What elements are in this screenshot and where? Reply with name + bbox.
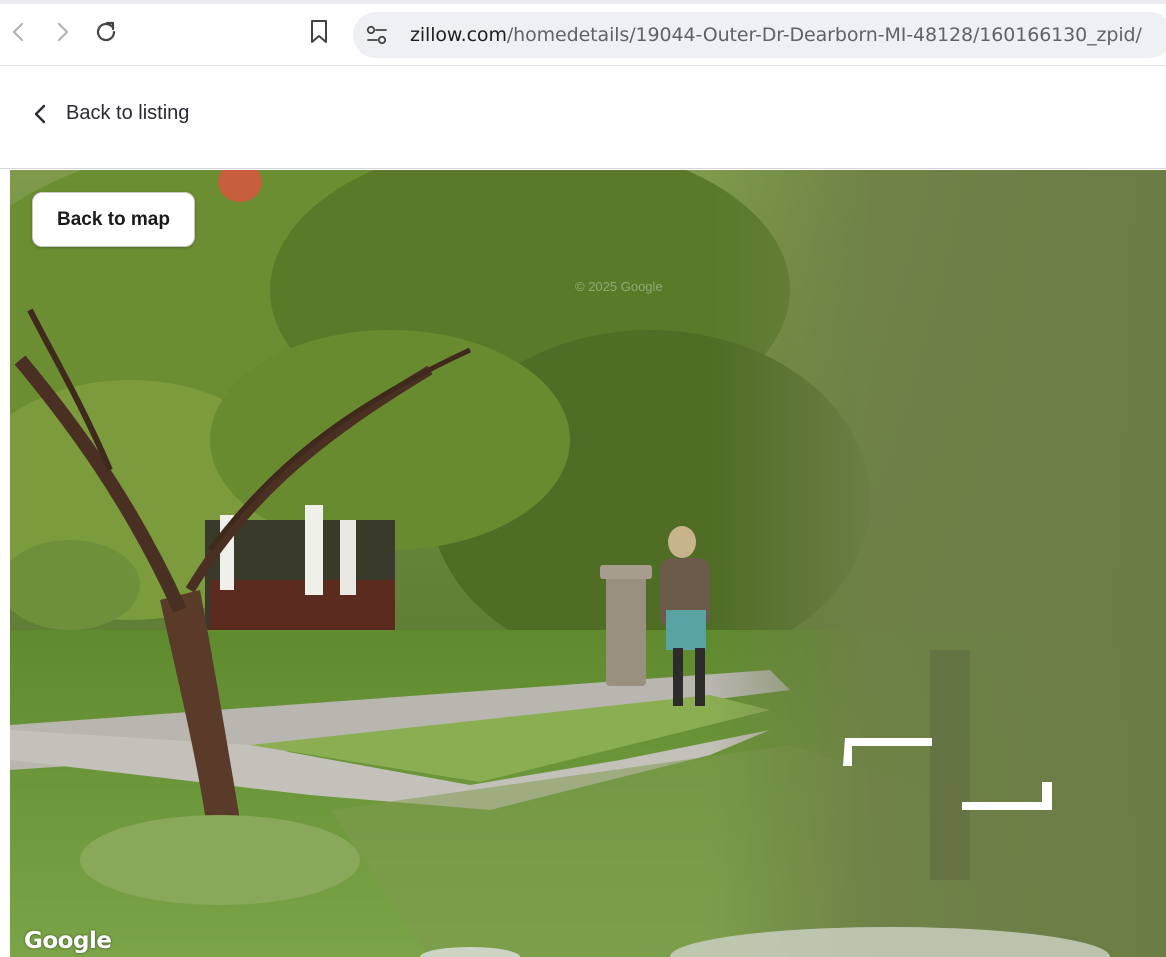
back-to-listing-button[interactable]: Back to listing bbox=[30, 102, 189, 125]
browser-toolbar: zillow.com/homedetails/19044-Outer-Dr-De… bbox=[0, 4, 1166, 66]
back-to-map-button[interactable]: Back to map bbox=[32, 192, 195, 247]
back-to-listing-label: Back to listing bbox=[66, 102, 190, 124]
forward-arrow-icon[interactable] bbox=[47, 17, 77, 47]
url-path: /homedetails/19044-Outer-Dr-Dearborn-MI-… bbox=[506, 24, 1142, 46]
chevron-left-icon bbox=[34, 104, 46, 123]
page-header: Back to listing bbox=[0, 66, 1166, 169]
url-text[interactable]: zillow.com/homedetails/19044-Outer-Dr-De… bbox=[410, 24, 1142, 46]
address-bar[interactable]: zillow.com/homedetails/19044-Outer-Dr-De… bbox=[353, 12, 1166, 58]
site-settings-icon[interactable] bbox=[365, 24, 389, 46]
url-host: zillow.com bbox=[410, 24, 507, 46]
street-view-panorama[interactable]: © 2025 Google Back to map Google bbox=[10, 170, 1166, 957]
reload-icon[interactable] bbox=[91, 17, 121, 47]
bookmark-icon[interactable] bbox=[304, 17, 334, 47]
copyright-watermark: © 2025 Google bbox=[575, 279, 663, 294]
back-arrow-icon[interactable] bbox=[4, 17, 34, 47]
google-logo: Google bbox=[24, 928, 112, 954]
